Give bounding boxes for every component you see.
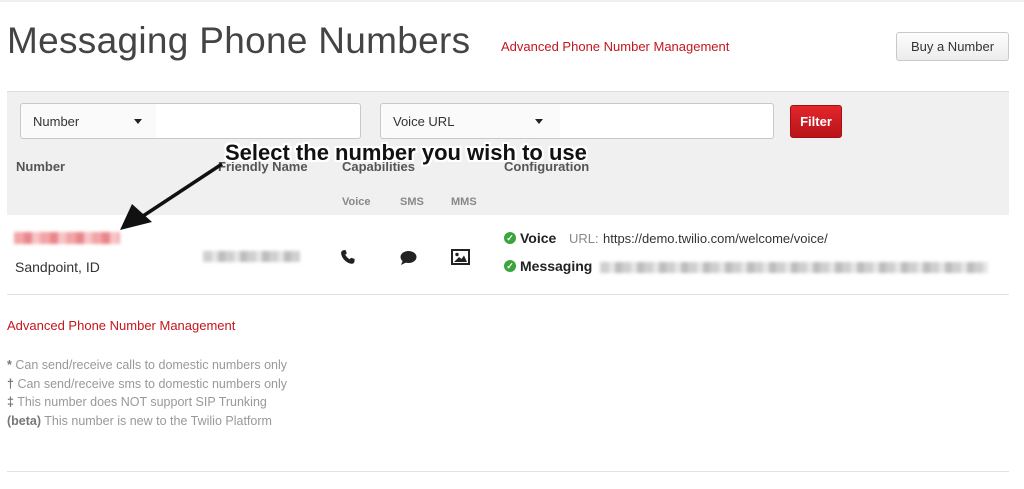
filter-button[interactable]: Filter	[790, 105, 842, 138]
messaging-check-icon: ✓	[504, 260, 516, 272]
voice-check-icon: ✓	[504, 232, 516, 244]
bottom-divider	[7, 471, 1009, 472]
header-mms: MMS	[451, 196, 477, 208]
header-number: Number	[16, 159, 66, 174]
annotation-arrow-icon	[120, 162, 223, 230]
phone-number-redacted[interactable]	[14, 232, 120, 244]
advanced-management-link[interactable]: Advanced Phone Number Management	[501, 39, 729, 54]
header-sms: SMS	[400, 196, 424, 208]
page-title: Messaging Phone Numbers	[7, 20, 471, 61]
buy-number-button[interactable]: Buy a Number	[896, 32, 1009, 61]
filter-url-input[interactable]	[560, 103, 774, 139]
friendly-name-redacted	[203, 251, 300, 262]
number-location: Sandpoint, ID	[15, 259, 100, 275]
legend-item: † Can send/receive sms to domestic numbe…	[7, 376, 287, 391]
voice-config-label: Voice	[520, 230, 557, 246]
voice-url-label: URL:	[569, 231, 599, 246]
row-divider	[7, 294, 1009, 295]
caret-down-icon	[134, 119, 142, 124]
phone-icon	[341, 250, 355, 264]
header-voice: Voice	[342, 196, 371, 208]
chat-bubble-icon	[400, 251, 417, 265]
image-icon	[451, 249, 470, 265]
legend-item: * Can send/receive calls to domestic num…	[7, 358, 288, 372]
voice-url-value: https://demo.twilio.com/welcome/voice/	[603, 231, 828, 246]
legend-item: ‡ This number does NOT support SIP Trunk…	[7, 395, 267, 409]
footnote-legend: * Can send/receive calls to domestic num…	[7, 356, 287, 430]
messaging-config-label: Messaging	[520, 258, 593, 274]
advanced-management-link-bottom[interactable]: Advanced Phone Number Management	[7, 318, 235, 333]
filter-url-select-label: Voice URL	[393, 114, 455, 129]
filter-field-select[interactable]: Number	[20, 103, 157, 139]
legend-item: (beta) This number is new to the Twilio …	[7, 413, 272, 428]
caret-down-icon	[535, 119, 543, 124]
filter-field-select-label: Number	[33, 114, 80, 129]
messaging-url-redacted	[600, 262, 988, 273]
top-border	[0, 0, 1024, 2]
filter-number-input[interactable]	[156, 103, 361, 139]
filter-url-select[interactable]: Voice URL	[380, 103, 561, 139]
annotation-text: Select the number you wish to use	[225, 140, 587, 165]
